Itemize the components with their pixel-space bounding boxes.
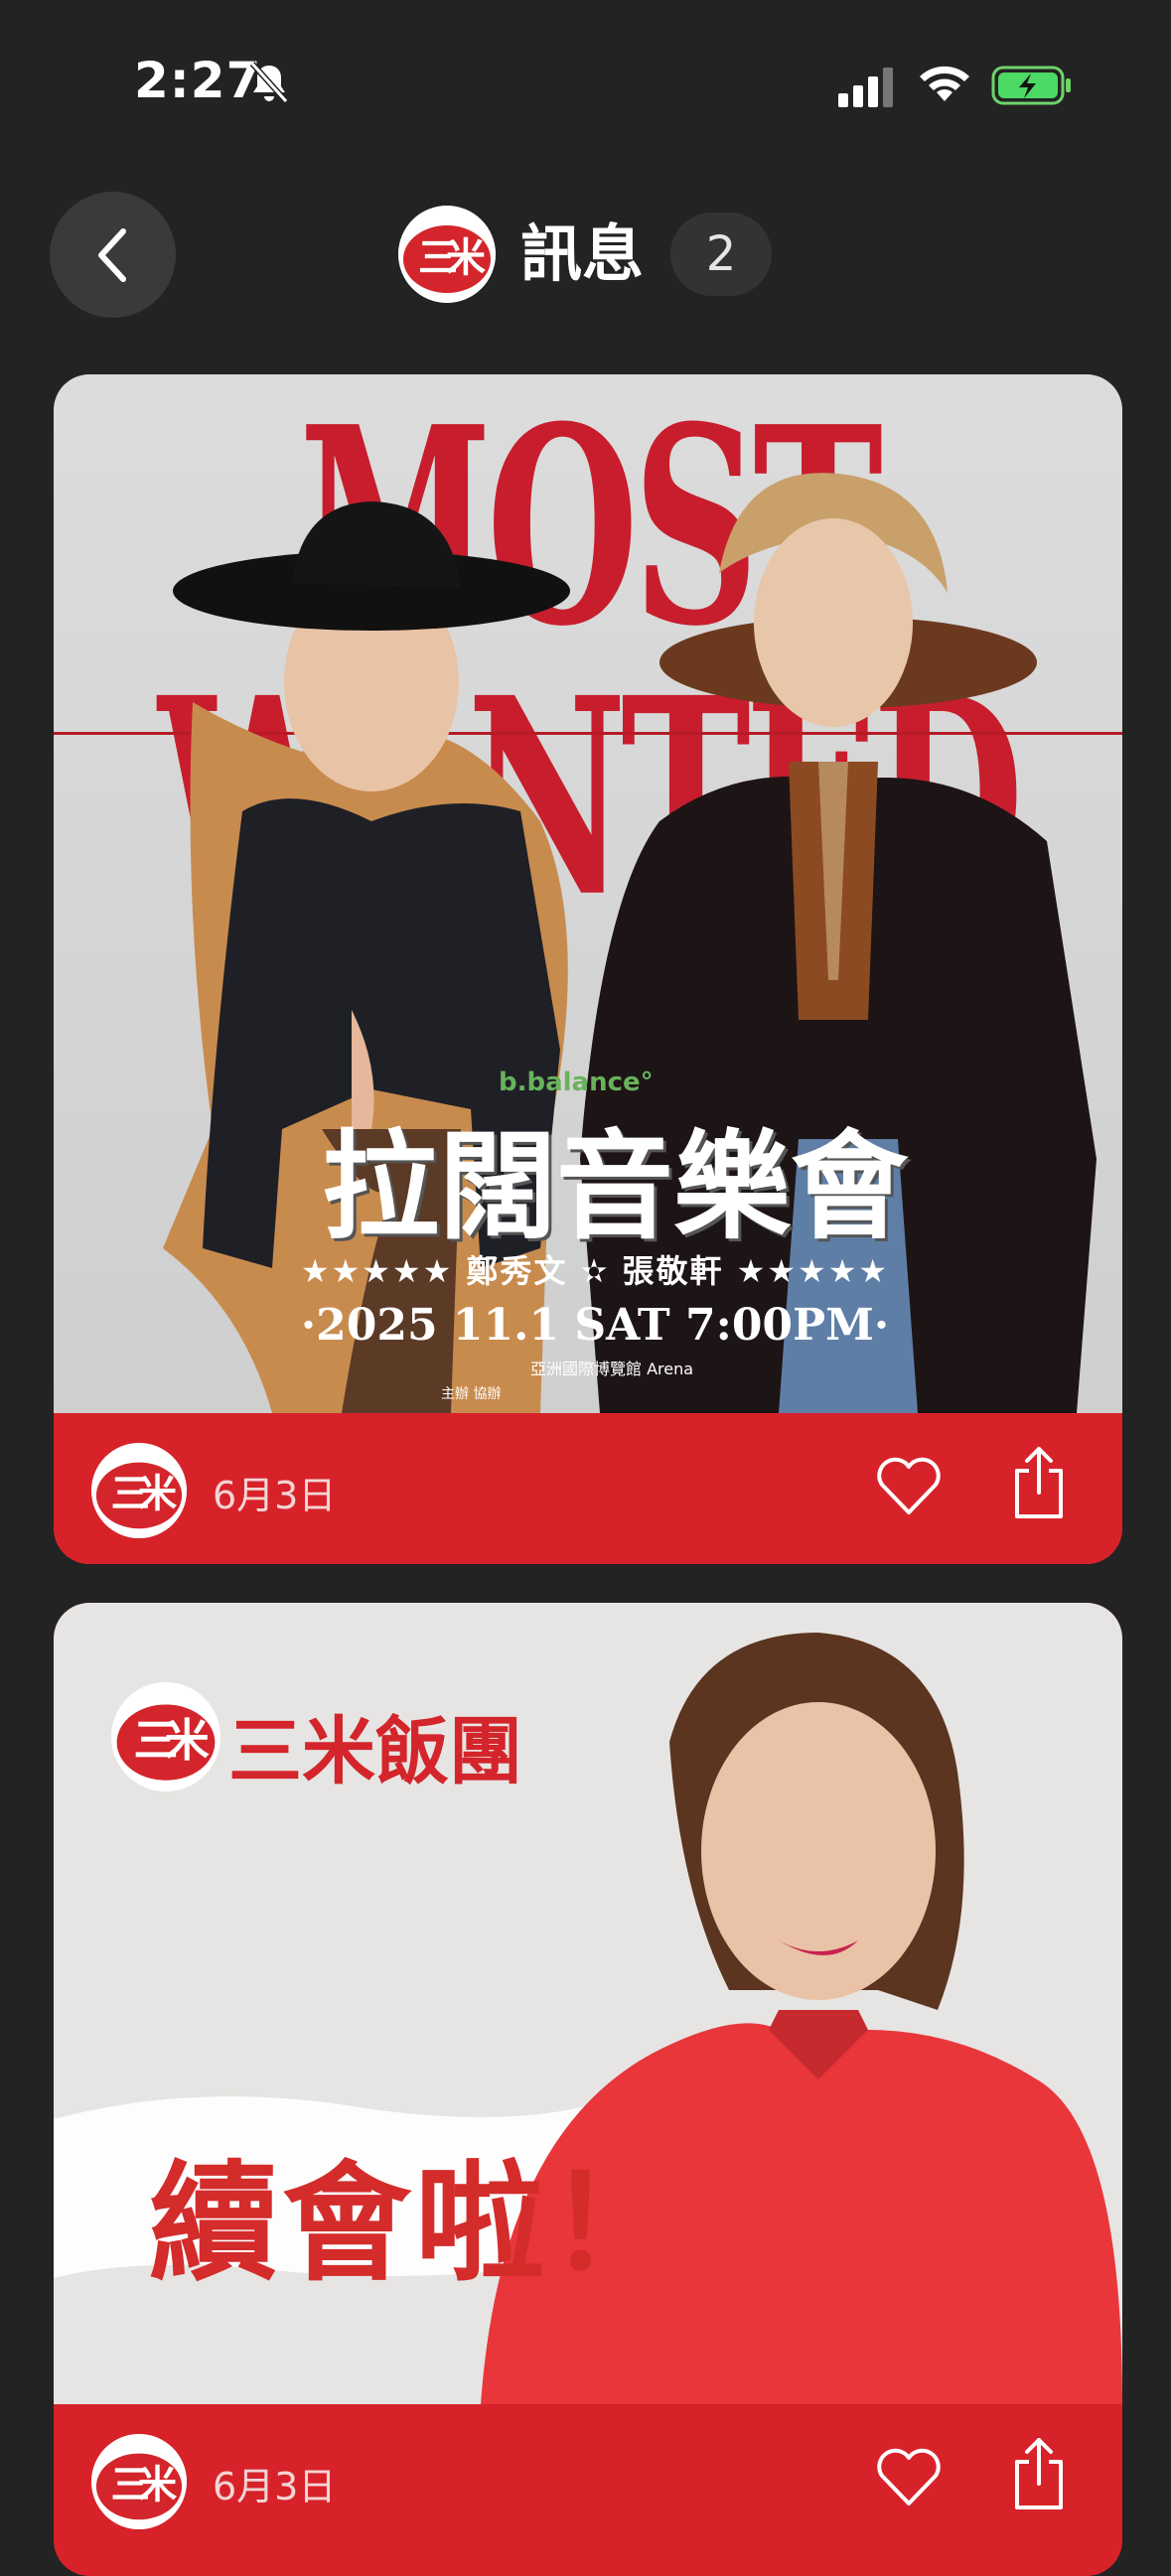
channel-logo-icon: 三 米	[91, 2434, 187, 2529]
message-card[interactable]: MOST WANTED b.balance° 拉闊音樂會 ★★★★★ 鄭秀文 ✫…	[54, 374, 1122, 1564]
back-button[interactable]	[50, 192, 176, 318]
share-icon[interactable]	[1011, 2436, 1067, 2511]
heart-icon[interactable]	[874, 2448, 944, 2507]
channel-logo-icon: 三 米	[398, 206, 496, 303]
channel-avatar[interactable]: 三 米	[398, 206, 496, 303]
channel-logo-icon: 三 米	[91, 1443, 187, 1538]
message-date: 6月3日	[213, 2465, 337, 2508]
message-card[interactable]: 三 米 三米飯團 續會啦！ 三 米 6月3日	[54, 1603, 1122, 2576]
poster-artists: ★★★★★ 鄭秀文 ✫ 張敬軒 ★★★★★	[300, 1252, 890, 1290]
poster-venue: 亞洲國際博覽館 Arena	[530, 1360, 694, 1378]
page-title: 訊息	[520, 217, 645, 290]
avatar[interactable]: 三 米	[91, 2434, 187, 2529]
concert-poster-image[interactable]: MOST WANTED b.balance° 拉闊音樂會 ★★★★★ 鄭秀文 ✫…	[54, 374, 1122, 1413]
poster-title: 拉闊音樂會	[321, 1117, 908, 1255]
brand-logo: 三 米	[111, 1682, 220, 1791]
svg-text:米: 米	[446, 235, 486, 281]
chevron-left-icon	[97, 227, 126, 282]
channel-logo-icon: 三 米	[111, 1682, 220, 1791]
message-date: 6月3日	[213, 1474, 337, 1517]
svg-text:米: 米	[165, 1714, 210, 1767]
bell-slash-icon	[249, 61, 289, 104]
card-footer: 三 米 6月3日	[54, 1413, 1122, 1564]
avatar[interactable]: 三 米	[91, 1443, 187, 1538]
status-time: 2:27	[134, 52, 262, 109]
poster-sponsor-row: 主辦 協辦	[441, 1386, 502, 1402]
message-count-badge: 2	[670, 213, 772, 296]
svg-text:米: 米	[138, 1473, 178, 1517]
poster-caption: 續會啦！	[149, 2148, 682, 2299]
promo-poster-image[interactable]: 三 米 三米飯團 續會啦！	[54, 1603, 1122, 2404]
svg-text:米: 米	[138, 2464, 178, 2508]
heart-icon[interactable]	[874, 1457, 944, 1516]
poster-datetime: ·2025 11.1 SAT 7:00PM·	[300, 1300, 890, 1351]
battery-charging-icon	[991, 66, 1071, 105]
share-icon[interactable]	[1011, 1445, 1067, 1520]
card-footer: 三 米 6月3日	[54, 2404, 1122, 2555]
status-bar: 2:27	[0, 0, 1171, 169]
cellular-signal-icon	[838, 68, 893, 107]
wifi-icon	[920, 66, 969, 101]
